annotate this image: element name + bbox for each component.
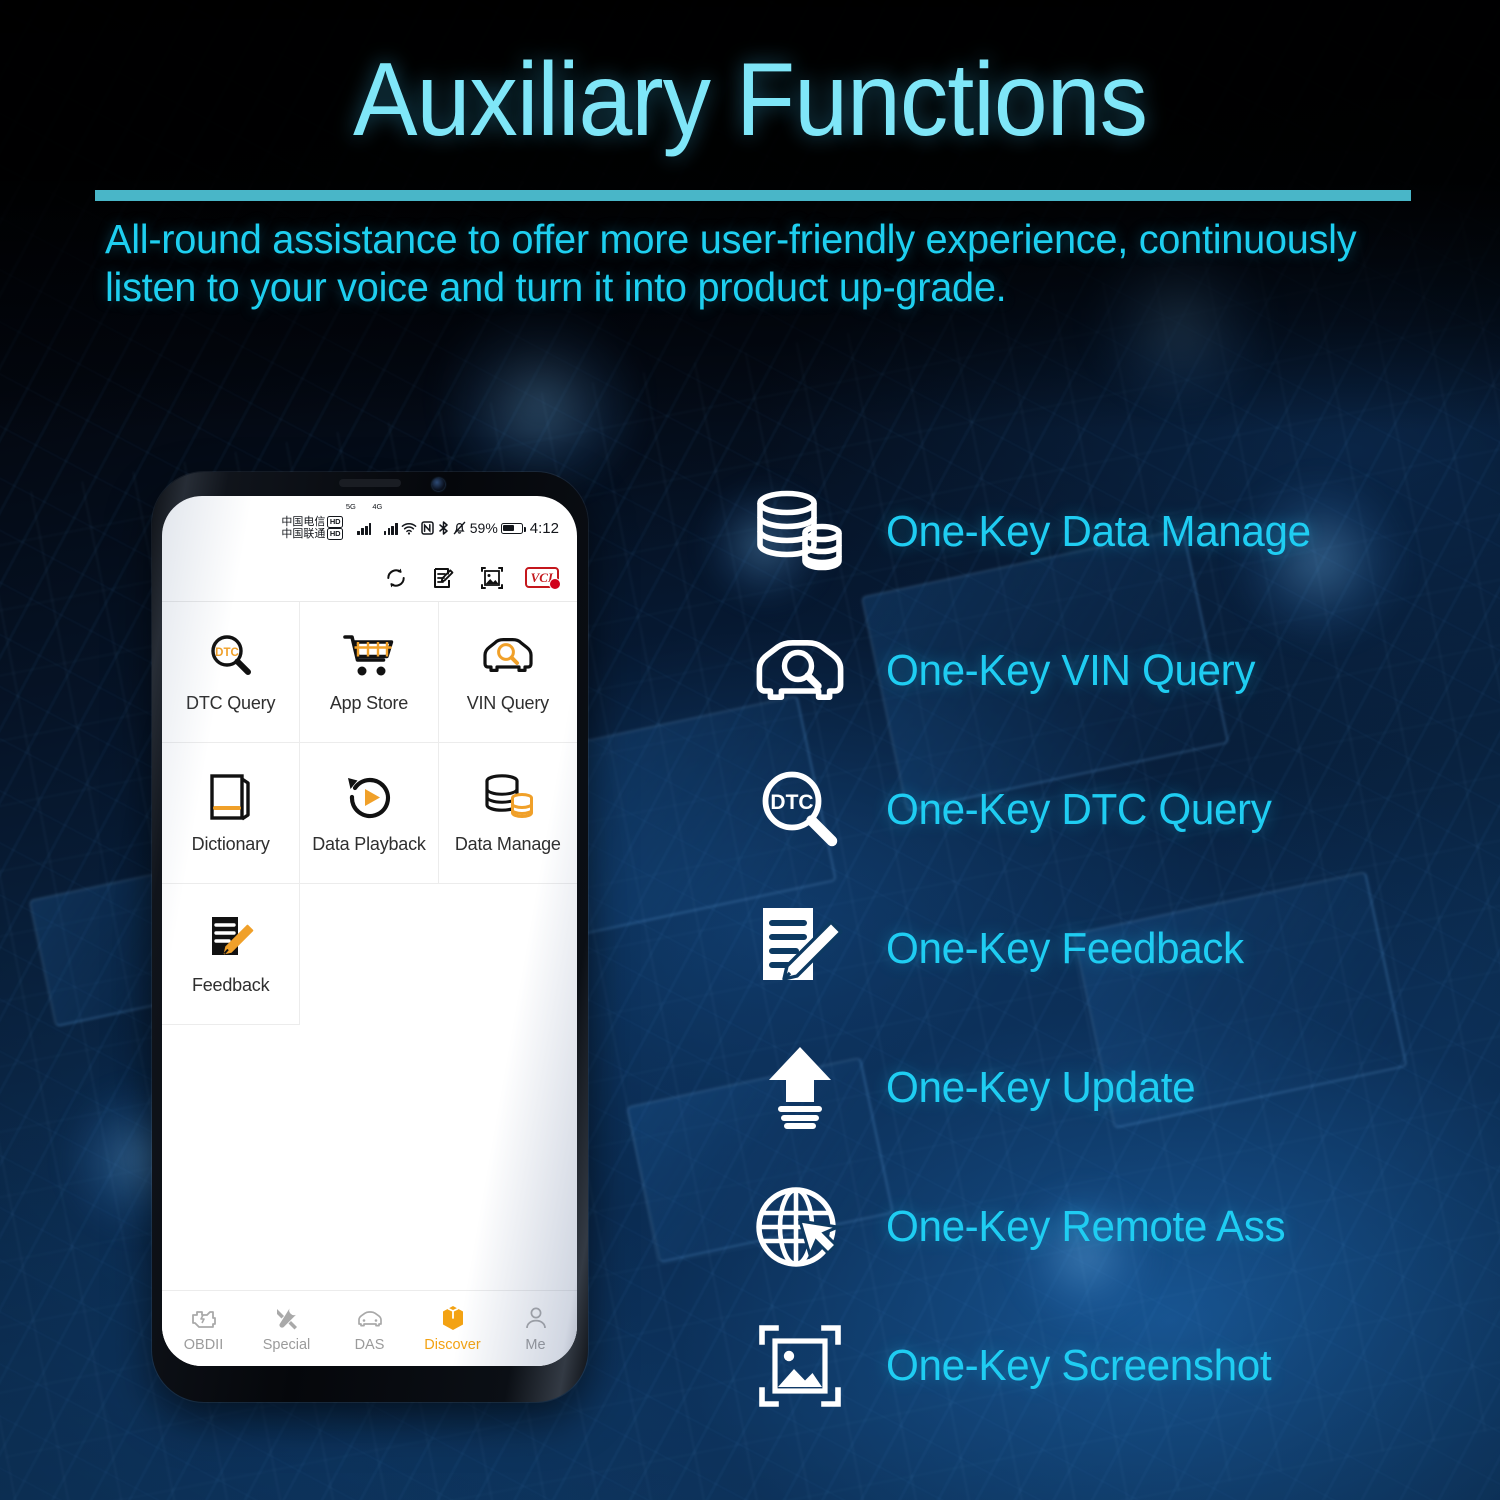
title-divider [95, 190, 1411, 201]
nav-label: OBDII [183, 1336, 224, 1353]
status-bar: 中国电信 HD 中国联通 HD 5G 4G 59% 4:12 [162, 496, 577, 554]
tile-label: Feedback [191, 975, 270, 995]
tile-label: Data Manage [454, 834, 561, 854]
book-icon [205, 771, 257, 823]
signal-strength-1-icon [357, 522, 372, 535]
person-icon [522, 1305, 550, 1331]
phone-earpiece [339, 479, 401, 487]
bottom-navigation: OBDII Special DAS Discover Me [162, 1290, 577, 1366]
globe-arrow-icon [752, 1181, 848, 1273]
tile-label: App Store [329, 693, 409, 713]
nav-item-discover[interactable]: Discover [411, 1305, 494, 1353]
network-2-label: 4G [372, 502, 383, 511]
function-grid: DTC DTC Query App Store VIN Query Dictio… [162, 602, 577, 1025]
battery-icon [500, 522, 526, 534]
svg-text:DTC: DTC [215, 647, 239, 659]
feature-label: One-Key Feedback [886, 923, 1244, 973]
tile-label: VIN Query [466, 693, 549, 713]
note-pencil-icon [752, 903, 848, 995]
nav-item-das[interactable]: DAS [328, 1305, 411, 1353]
feature-item-vin-query: One-Key VIN Query [752, 601, 1452, 740]
tile-data-playback[interactable]: Data Playback [300, 743, 439, 884]
feature-label: One-Key Remote Ass [886, 1201, 1286, 1251]
replay-play-icon [343, 771, 395, 823]
nav-item-me[interactable]: Me [494, 1305, 577, 1353]
tile-data-manage[interactable]: Data Manage [438, 743, 577, 884]
svg-text:DTC: DTC [770, 791, 813, 814]
screenshot-icon[interactable] [477, 563, 507, 593]
feature-label: One-Key VIN Query [886, 645, 1256, 695]
feature-label: One-Key DTC Query [886, 784, 1272, 834]
tools-icon [273, 1305, 301, 1331]
nav-label: Discover [424, 1336, 481, 1353]
image-crop-icon [752, 1320, 848, 1412]
nav-item-special[interactable]: Special [245, 1305, 328, 1353]
dtc-magnifier-icon: DTC [205, 630, 257, 682]
tile-label: DTC Query [186, 693, 276, 713]
car-icon [356, 1305, 384, 1331]
nav-item-obdii[interactable]: OBDII [162, 1305, 245, 1353]
phone-front-camera [432, 478, 445, 491]
phone-frame: 中国电信 HD 中国联通 HD 5G 4G 59% 4:12 VCI DTC D… [152, 472, 588, 1402]
tile-label: Data Playback [312, 834, 426, 854]
tile-empty [300, 884, 439, 1025]
tile-label: Dictionary [191, 834, 270, 854]
network-1-label: 5G [345, 502, 356, 511]
upload-arrow-icon [752, 1042, 848, 1134]
vci-icon[interactable]: VCI [524, 566, 562, 590]
signal-strength-2-icon [383, 522, 398, 535]
nav-label: Me [525, 1336, 546, 1353]
database-icon [482, 771, 534, 823]
engine-icon [190, 1305, 218, 1331]
tile-vin-query[interactable]: VIN Query [438, 602, 577, 743]
feature-label: One-Key Data Manage [886, 506, 1311, 556]
carrier-2-label: 中国联通 [281, 528, 326, 540]
cube-icon [439, 1305, 467, 1331]
battery-percent-label: 59% [469, 520, 498, 536]
feature-item-remote-assistance: One-Key Remote Ass [752, 1157, 1452, 1296]
phone-screen: 中国电信 HD 中国联通 HD 5G 4G 59% 4:12 VCI DTC D… [162, 496, 577, 1366]
database-icon [752, 486, 848, 578]
feedback-icon[interactable] [429, 563, 459, 593]
tile-app-store[interactable]: App Store [300, 602, 439, 743]
feature-list: One-Key Data Manage One-Key VIN Query DT… [752, 462, 1452, 1435]
carrier-1-label: 中国电信 [281, 515, 326, 528]
shopping-cart-icon [343, 630, 395, 682]
car-magnifier-icon [482, 630, 534, 682]
tile-dtc-query[interactable]: DTC DTC Query [162, 602, 301, 743]
app-toolbar: VCI [162, 554, 577, 602]
nav-label: DAS [354, 1336, 385, 1353]
wifi-icon [401, 522, 417, 535]
nav-label: Special [262, 1336, 311, 1353]
page-subtitle: All-round assistance to offer more user-… [105, 216, 1357, 310]
bell-muted-icon [453, 521, 466, 535]
feature-item-update: One-Key Update [752, 1018, 1452, 1157]
car-magnifier-icon [752, 625, 848, 717]
page-title: Auxiliary Functions [352, 42, 1148, 158]
header: Auxiliary Functions All-round assistance… [0, 0, 1500, 310]
tile-dictionary[interactable]: Dictionary [162, 743, 301, 884]
bluetooth-icon [438, 521, 449, 535]
feature-label: One-Key Update [886, 1062, 1196, 1112]
refresh-icon[interactable] [381, 563, 411, 593]
tile-empty [438, 884, 577, 1025]
dtc-magnifier-icon: DTC [752, 764, 848, 856]
carrier-2-hd-badge: HD [327, 528, 343, 540]
carrier-1-hd-badge: HD [327, 516, 343, 528]
phone-mockup: 中国电信 HD 中国联通 HD 5G 4G 59% 4:12 VCI DTC D… [136, 472, 606, 1408]
tile-feedback[interactable]: Feedback [162, 884, 301, 1025]
nfc-icon [421, 521, 434, 535]
feature-item-dtc-query: DTC One-Key DTC Query [752, 740, 1452, 879]
note-pencil-icon [205, 912, 257, 964]
feature-item-data-manage: One-Key Data Manage [752, 462, 1452, 601]
feature-item-feedback: One-Key Feedback [752, 879, 1452, 1018]
feature-item-screenshot: One-Key Screenshot [752, 1296, 1452, 1435]
feature-label: One-Key Screenshot [886, 1340, 1272, 1390]
carrier-names: 中国电信 HD 中国联通 HD [281, 515, 343, 541]
status-clock: 4:12 [529, 519, 559, 537]
